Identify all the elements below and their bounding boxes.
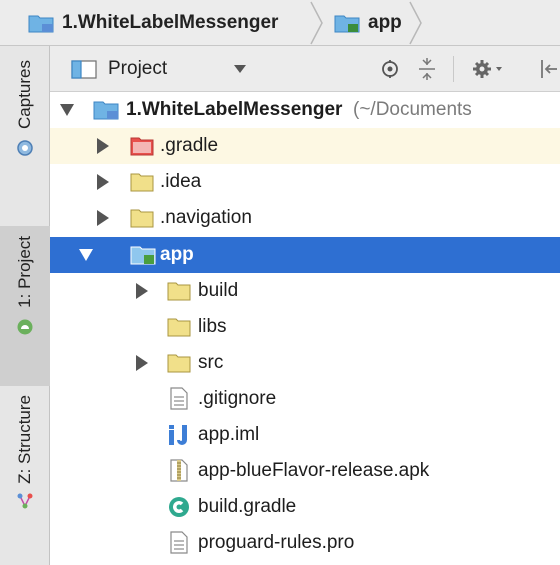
- tree-row-label: app: [160, 244, 194, 265]
- breadcrumb-app-label: app: [368, 12, 402, 33]
- module-file-icon: [169, 425, 187, 445]
- tab-structure-label: Z: Structure: [15, 395, 34, 484]
- folder-icon: [130, 209, 154, 228]
- collapsed-arrow-icon[interactable]: [134, 283, 148, 299]
- collapse-all-icon[interactable]: [417, 58, 437, 80]
- tree-row-label: libs: [198, 316, 227, 337]
- breadcrumb-project-label: 1.WhiteLabelMessenger: [62, 12, 279, 33]
- tree-row-navigation[interactable]: .navigation: [50, 200, 560, 236]
- archive-file-icon: [170, 459, 188, 482]
- scroll-from-source-icon[interactable]: [380, 59, 400, 79]
- project-folder-icon: [93, 101, 119, 120]
- captures-icon: [17, 140, 33, 156]
- breadcrumb-separator-icon: [310, 1, 323, 45]
- tree-row-label: .idea: [160, 171, 202, 192]
- text-file-icon: [170, 531, 188, 554]
- collapsed-arrow-icon[interactable]: [95, 138, 109, 154]
- tab-project-label: 1: Project: [15, 236, 34, 308]
- excluded-folder-icon: [130, 137, 154, 156]
- project-toolbar: Project: [50, 46, 560, 92]
- tab-captures-label: Captures: [15, 60, 34, 129]
- tab-project[interactable]: 1: Project: [0, 226, 50, 386]
- tree-row-root[interactable]: 1.WhiteLabelMessenger (~/Documents: [50, 92, 560, 128]
- tree-row-build[interactable]: build: [50, 273, 560, 309]
- tree-row-idea[interactable]: .idea: [50, 164, 560, 200]
- gear-icon[interactable]: [472, 58, 506, 80]
- tree-row-label: .gitignore: [198, 388, 277, 409]
- folder-icon: [167, 318, 191, 337]
- dropdown-arrow-icon[interactable]: [234, 65, 246, 73]
- tree-root-path: (~/Documents: [353, 99, 472, 120]
- tree-row-label: proguard-rules.pro: [198, 532, 355, 553]
- tab-captures[interactable]: Captures: [0, 60, 50, 190]
- breadcrumb-app[interactable]: app: [334, 0, 402, 46]
- tree-row-build-gradle[interactable]: build.gradle: [50, 489, 560, 525]
- folder-icon: [167, 354, 191, 373]
- tab-structure[interactable]: Z: Structure: [0, 391, 50, 561]
- tree-row-label: app.iml: [198, 424, 260, 445]
- tree-row-label: .navigation: [160, 207, 252, 228]
- toolbar-divider: [453, 56, 454, 82]
- gradle-file-icon: [169, 497, 189, 517]
- tree-row-app-iml[interactable]: app.iml: [50, 417, 560, 453]
- tree-row-label: build.gradle: [198, 496, 297, 517]
- project-view-dropdown[interactable]: Project: [108, 46, 167, 92]
- folder-icon: [167, 282, 191, 301]
- tree-root-label: 1.WhiteLabelMessenger: [126, 99, 343, 120]
- project-view-icon: [71, 60, 97, 79]
- tree-row-gradle[interactable]: .gradle: [50, 128, 560, 164]
- breadcrumb-project[interactable]: 1.WhiteLabelMessenger: [28, 0, 278, 46]
- navigation-bar: 1.WhiteLabelMessenger app: [0, 0, 560, 46]
- collapsed-arrow-icon[interactable]: [134, 355, 148, 371]
- breadcrumb-separator-icon: [409, 1, 422, 45]
- tree-row-gitignore[interactable]: .gitignore: [50, 381, 560, 417]
- collapsed-arrow-icon[interactable]: [95, 174, 109, 190]
- structure-icon: [17, 493, 33, 509]
- hide-icon[interactable]: [539, 58, 559, 80]
- expanded-arrow-icon[interactable]: [60, 102, 74, 118]
- tree-row-apk[interactable]: app-blueFlavor-release.apk: [50, 453, 560, 489]
- tree-row-label: src: [198, 352, 224, 373]
- module-folder-icon: [334, 15, 360, 33]
- project-folder-icon: [28, 15, 54, 33]
- tree-row-app[interactable]: app: [50, 237, 560, 273]
- tool-window-strip: Captures 1: Project Z: Structure: [0, 46, 50, 565]
- android-icon: [17, 319, 33, 335]
- tree-row-label: .gradle: [160, 135, 219, 156]
- tree-row-proguard[interactable]: proguard-rules.pro: [50, 525, 560, 561]
- project-tree: 1.WhiteLabelMessenger (~/Documents .grad…: [50, 92, 560, 565]
- tree-row-label: app-blueFlavor-release.apk: [198, 460, 430, 481]
- tree-row-label: build: [198, 280, 239, 301]
- collapsed-arrow-icon[interactable]: [95, 210, 109, 226]
- module-folder-icon: [130, 246, 156, 265]
- text-file-icon: [170, 387, 188, 410]
- folder-icon: [130, 173, 154, 192]
- tree-row-libs[interactable]: libs: [50, 309, 560, 345]
- expanded-arrow-icon[interactable]: [79, 247, 93, 263]
- tree-row-src[interactable]: src: [50, 345, 560, 381]
